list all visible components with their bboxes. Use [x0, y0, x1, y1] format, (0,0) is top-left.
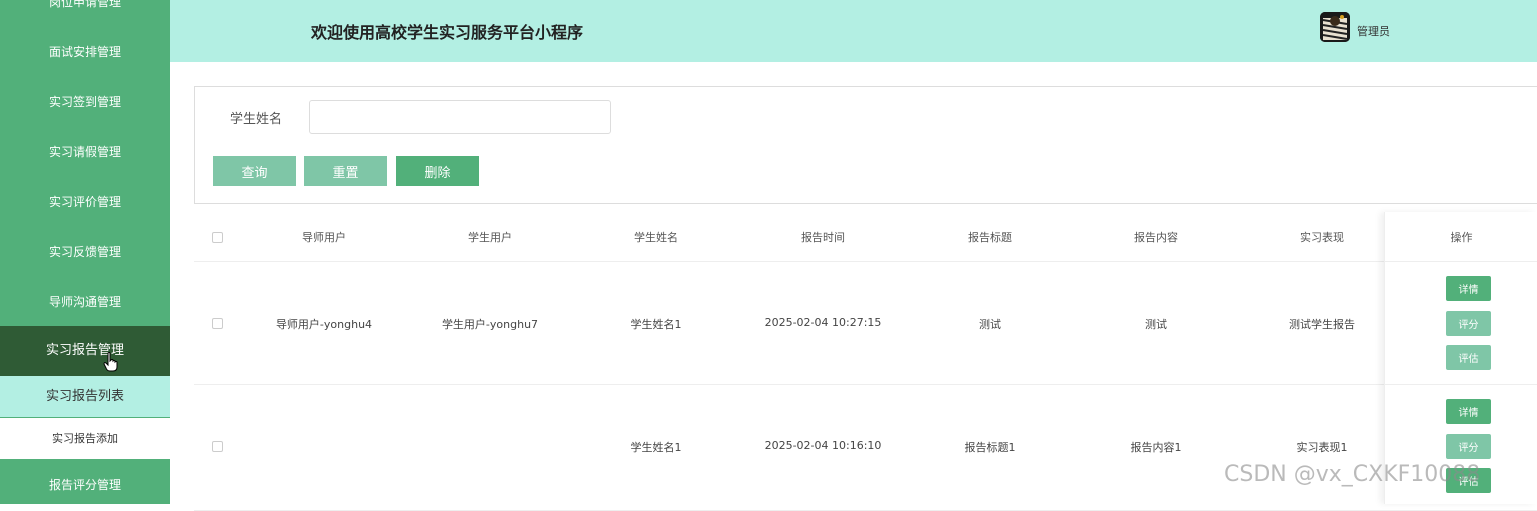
watermark: CSDN @vx_CXKF10088	[1224, 462, 1481, 487]
submenu-item-report-add[interactable]: 实习报告添加	[0, 418, 170, 459]
top-header: 欢迎使用高校学生实习服务平台小程序 管理员	[170, 0, 1537, 62]
cell-content: 测试	[1145, 318, 1167, 331]
student-name-input[interactable]	[309, 100, 611, 134]
cell-content: 报告内容1	[1130, 441, 1182, 454]
row-checkbox[interactable]	[212, 318, 223, 329]
sidebar-item-checkin[interactable]: 实习签到管理	[0, 77, 170, 127]
evaluate-button[interactable]: 评估	[1446, 345, 1491, 370]
sidebar-item-report-score[interactable]: 报告评分管理	[0, 460, 170, 504]
column-header-actions: 操作	[1450, 231, 1473, 244]
row-checkbox[interactable]	[212, 441, 223, 452]
avatar[interactable]	[1320, 12, 1350, 42]
sidebar-item-feedback[interactable]: 实习反馈管理	[0, 227, 170, 277]
score-button[interactable]: 评分	[1446, 311, 1491, 336]
detail-button[interactable]: 详情	[1446, 276, 1491, 301]
table-header: 导师用户 学生用户 学生姓名 报告时间 报告标题 报告内容 实习表现	[194, 212, 1537, 262]
sidebar-item-interview[interactable]: 面试安排管理	[0, 27, 170, 77]
column-header-name: 学生姓名	[634, 231, 678, 244]
avatar-image-icon	[1320, 12, 1350, 42]
sidebar-item-tutor-communication[interactable]: 导师沟通管理	[0, 277, 170, 327]
column-header-time: 报告时间	[801, 231, 845, 244]
cell-performance: 实习表现1	[1296, 441, 1348, 454]
cell-name: 学生姓名1	[630, 441, 682, 454]
cell-tutor: 导师用户-yonghu4	[275, 318, 373, 331]
select-all-checkbox[interactable]	[212, 232, 223, 243]
column-header-tutor: 导师用户	[302, 231, 346, 244]
cell-title: 报告标题1	[964, 441, 1016, 454]
cell-student: 学生用户-yonghu7	[441, 318, 539, 331]
column-header-content: 报告内容	[1134, 231, 1178, 244]
detail-button[interactable]: 详情	[1446, 399, 1491, 424]
cell-title: 测试	[979, 318, 1001, 331]
sidebar-item-report[interactable]: 实习报告管理	[0, 326, 170, 376]
column-header-student: 学生用户	[468, 231, 512, 244]
cell-time: 2025-02-04 10:16:10	[764, 439, 882, 452]
sidebar-item-leave[interactable]: 实习请假管理	[0, 127, 170, 177]
cell-name: 学生姓名1	[630, 318, 682, 331]
submenu-item-report-list[interactable]: 实习报告列表	[0, 376, 170, 417]
report-table: 导师用户 学生用户 学生姓名 报告时间 报告标题 报告内容 实习表现 导师用户-…	[194, 212, 1537, 511]
hand-cursor-icon	[103, 352, 118, 372]
delete-button[interactable]: 删除	[396, 156, 479, 186]
score-button[interactable]: 评分	[1446, 434, 1491, 459]
sidebar-item-evaluation[interactable]: 实习评价管理	[0, 177, 170, 227]
reset-button[interactable]: 重置	[304, 156, 387, 186]
cell-time: 2025-02-04 10:27:15	[764, 316, 882, 329]
search-label: 学生姓名	[230, 112, 283, 127]
column-header-title: 报告标题	[968, 231, 1012, 244]
table-row: 导师用户-yonghu4 学生用户-yonghu7 学生姓名1 2025-02-…	[194, 262, 1537, 385]
page-title: 欢迎使用高校学生实习服务平台小程序	[311, 23, 584, 42]
query-button[interactable]: 查询	[213, 156, 296, 186]
column-header-performance: 实习表现	[1300, 231, 1344, 244]
sidebar: 岗位申请管理 面试安排管理 实习签到管理 实习请假管理 实习评价管理 实习反馈管…	[0, 0, 170, 504]
cell-performance: 测试学生报告	[1289, 318, 1355, 331]
operation-column: 操作 详情 评分 评估 详情 评分 评估	[1384, 212, 1537, 504]
sidebar-item-job-application[interactable]: 岗位申请管理	[0, 0, 170, 27]
table-row: 学生姓名1 2025-02-04 10:16:10 报告标题1 报告内容1 实习…	[194, 385, 1537, 511]
user-name[interactable]: 管理员	[1357, 23, 1390, 39]
search-panel: 学生姓名 查询 重置 删除	[194, 86, 1537, 204]
